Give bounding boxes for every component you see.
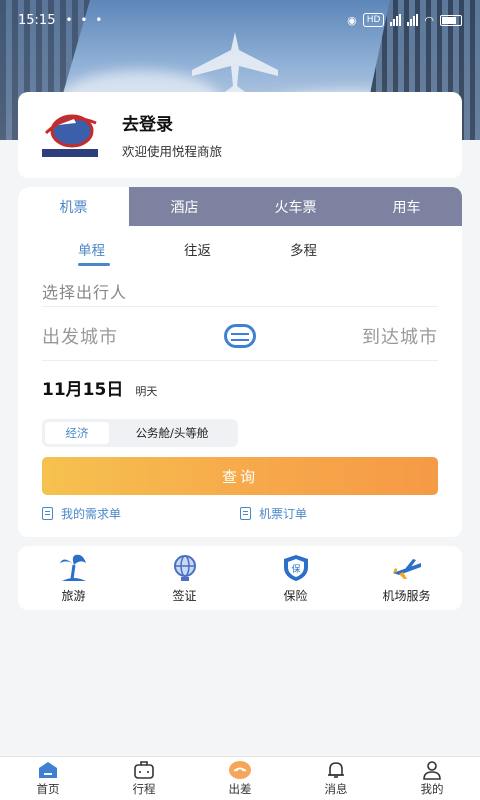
service-visa[interactable]: 签证 [129, 546, 240, 610]
battery-icon [440, 14, 462, 26]
tab-hotel[interactable]: 酒店 [129, 187, 240, 226]
departure-city-field[interactable]: 出发城市 [42, 323, 118, 349]
shield-icon: 保 [283, 554, 308, 581]
passenger-select[interactable]: 选择出行人 [42, 277, 438, 307]
arrival-city-field[interactable]: 到达城市 [362, 323, 438, 349]
airplane-icon [392, 558, 421, 579]
trip-type-round-trip[interactable]: 往返 [184, 231, 290, 267]
palm-tree-icon [59, 554, 86, 581]
nav-business-trip-label: 出差 [228, 782, 252, 796]
date-field[interactable]: 11月15日 明天 [42, 375, 438, 400]
briefcase-icon [134, 761, 154, 779]
booking-card: 机票 酒店 火车票 用车 单程 往返 多程 选择出行人 出发城市 到达城市 11… [18, 187, 462, 537]
signal-icon [390, 14, 402, 26]
bottom-nav: 首页 行程 出差 消息 我的 [0, 756, 480, 800]
status-time: 15:15 [18, 12, 56, 28]
service-travel[interactable]: 旅游 [18, 546, 129, 610]
globe-icon [173, 554, 196, 581]
company-logo [42, 114, 98, 157]
flight-orders-link[interactable]: 机票订单 [240, 505, 438, 522]
login-subtitle: 欢迎使用悦程商旅 [122, 144, 223, 159]
document-icon [42, 507, 53, 520]
tab-train[interactable]: 火车票 [240, 187, 351, 226]
nav-home-label: 首页 [36, 782, 60, 796]
flight-orders-label: 机票订单 [259, 507, 308, 521]
trip-type-one-way[interactable]: 单程 [78, 231, 184, 267]
hero-airplane-icon [192, 32, 278, 98]
tab-flight[interactable]: 机票 [18, 187, 129, 226]
notification-icon: ◉ [347, 13, 357, 27]
nav-profile[interactable]: 我的 [384, 757, 480, 800]
svg-text:保: 保 [291, 563, 300, 575]
status-bar: 15:15 • • • ◉ HD ◠ [0, 0, 480, 40]
cabin-economy[interactable]: 经济 [45, 422, 109, 444]
order-links: 我的需求单 机票订单 [42, 505, 438, 522]
nav-itinerary-label: 行程 [132, 782, 156, 796]
service-airport-label: 机场服务 [382, 588, 431, 603]
trip-type-multi-city[interactable]: 多程 [290, 231, 396, 267]
cabin-business-first[interactable]: 公务舱/头等舱 [109, 422, 235, 444]
login-title[interactable]: 去登录 [122, 110, 222, 135]
service-visa-label: 签证 [172, 588, 197, 603]
cabin-class-toggle: 经济 公务舱/头等舱 [42, 419, 238, 447]
bell-icon [328, 762, 344, 778]
home-icon [39, 762, 57, 778]
nav-profile-label: 我的 [420, 782, 444, 796]
user-icon [423, 761, 441, 780]
wifi-icon: ◠ [424, 13, 434, 27]
departure-date: 11月15日 [42, 380, 124, 400]
nav-itinerary[interactable]: 行程 [96, 757, 192, 800]
nav-home[interactable]: 首页 [0, 757, 96, 800]
services-card: 旅游 签证 保 保险 机场服务 [18, 546, 462, 610]
service-travel-label: 旅游 [61, 588, 86, 603]
status-icons: ◉ HD ◠ [347, 13, 462, 27]
tab-car[interactable]: 用车 [351, 187, 462, 226]
nav-messages[interactable]: 消息 [288, 757, 384, 800]
category-tabs: 机票 酒店 火车票 用车 [18, 187, 462, 226]
signal-icon-2 [407, 14, 419, 26]
document-icon [240, 507, 251, 520]
nav-business-trip[interactable]: 出差 [192, 757, 288, 800]
service-insurance-label: 保险 [283, 588, 308, 603]
service-insurance[interactable]: 保 保险 [240, 546, 351, 610]
trip-type-tabs: 单程 往返 多程 [18, 226, 462, 272]
hd-badge: HD [362, 13, 385, 27]
travel-icon [229, 761, 251, 779]
query-button[interactable]: 查询 [42, 457, 438, 495]
status-dots: • • • [65, 13, 105, 27]
date-note: 明天 [135, 385, 158, 398]
swap-cities-icon[interactable] [224, 323, 256, 348]
login-card[interactable]: 去登录 欢迎使用悦程商旅 [18, 92, 462, 178]
my-requests-link[interactable]: 我的需求单 [42, 505, 240, 522]
city-row: 出发城市 到达城市 [42, 311, 438, 361]
nav-messages-label: 消息 [324, 782, 348, 796]
my-requests-label: 我的需求单 [61, 507, 122, 521]
service-airport[interactable]: 机场服务 [351, 546, 462, 610]
login-text: 去登录 欢迎使用悦程商旅 [122, 110, 222, 160]
